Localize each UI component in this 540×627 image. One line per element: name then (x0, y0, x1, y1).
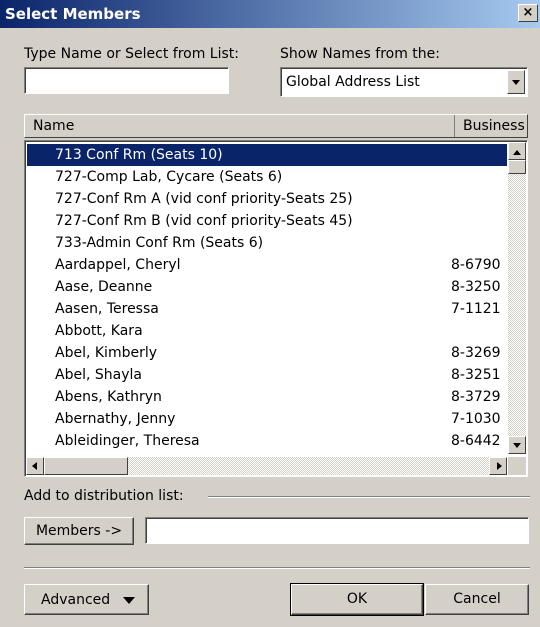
list-item-name: Abens, Kathryn (55, 389, 162, 405)
list-item[interactable]: Abbott, Kara (27, 320, 507, 342)
column-header-business-phone[interactable]: Business P (463, 118, 527, 134)
arrow-left-icon (32, 462, 37, 470)
scroll-left-button[interactable] (26, 457, 44, 475)
list-item-name: Abbott, Kara (55, 323, 143, 339)
address-source-label: Show Names from the: (280, 46, 440, 62)
chevron-down-icon (123, 597, 135, 604)
list-item-business-phone: 8-3269 (451, 345, 501, 361)
list-item-business-phone: 8-3729 (451, 389, 501, 405)
advanced-button-label: Advanced (41, 592, 111, 608)
list-item[interactable]: Aase, Deanne 8-3250 (27, 276, 507, 298)
list-item[interactable]: 727-Conf Rm B (vid conf priority-Seats 4… (27, 210, 507, 232)
list-item-name: Ableidinger, Theresa (55, 433, 200, 449)
column-header-name-label: Name (33, 118, 75, 134)
arrow-down-icon (513, 443, 521, 448)
list-item-name: 727-Conf Rm B (vid conf priority-Seats 4… (55, 213, 353, 229)
arrow-up-icon (513, 150, 521, 155)
ok-button[interactable]: OK (291, 584, 423, 615)
advanced-button[interactable]: Advanced (24, 584, 149, 615)
list-item[interactable]: 727-Conf Rm A (vid conf priority-Seats 2… (27, 188, 507, 210)
list-item[interactable]: 727-Comp Lab, Cycare (Seats 6) (27, 166, 507, 188)
distribution-divider (208, 496, 530, 498)
ok-button-label: OK (346, 591, 368, 607)
list-item-business-phone: 8-3251 (451, 367, 501, 383)
list-item-name: 733-Admin Conf Rm (Seats 6) (55, 235, 264, 251)
distribution-label: Add to distribution list: (24, 488, 184, 504)
scroll-down-button[interactable] (508, 436, 526, 454)
scroll-right-button[interactable] (489, 457, 507, 475)
list-item-name: Abel, Kimberly (55, 345, 158, 361)
scroll-up-button[interactable] (508, 142, 526, 160)
search-input[interactable] (24, 67, 229, 94)
list-header: Name Business P (24, 114, 528, 138)
members-input[interactable] (145, 517, 529, 544)
list-item-business-phone: 8-6790 (451, 257, 501, 273)
search-label: Type Name or Select from List: (24, 46, 239, 62)
list-item-name: Aardappel, Cheryl (55, 257, 181, 273)
arrow-right-icon (497, 462, 502, 470)
list-item[interactable]: Abel, Kimberly 8-3269 (27, 342, 507, 364)
footer-divider (24, 567, 530, 569)
members-button[interactable]: Members -> (24, 517, 134, 545)
vertical-scrollbar[interactable] (508, 142, 526, 454)
title-bar: Select Members × (0, 0, 540, 28)
list-item[interactable]: Abens, Kathryn 8-3729 (27, 386, 507, 408)
list-item-business-phone: 7-1030 (451, 411, 501, 427)
horizontal-scrollbar[interactable] (26, 457, 507, 475)
list-item-name: Abel, Shayla (55, 367, 142, 383)
list-item-name: 727-Conf Rm A (vid conf priority-Seats 2… (55, 191, 353, 207)
list-item-name: Aasen, Teressa (55, 301, 159, 317)
list-item-name: 727-Comp Lab, Cycare (Seats 6) (55, 169, 283, 185)
list-item[interactable]: Abel, Shayla 8-3251 (27, 364, 507, 386)
chevron-down-icon (512, 80, 520, 85)
window-title: Select Members (5, 5, 141, 23)
list-item[interactable]: Ableidinger, Theresa 8-6442 (27, 430, 507, 452)
address-source-dropdown[interactable]: Global Address List (280, 67, 528, 97)
list-item-name: 713 Conf Rm (Seats 10) (55, 147, 223, 163)
list-item[interactable]: Aardappel, Cheryl 8-6790 (27, 254, 507, 276)
close-button[interactable]: × (518, 4, 538, 22)
close-icon: × (522, 5, 534, 20)
horizontal-scroll-thumb[interactable] (44, 457, 128, 475)
column-header-name[interactable]: Name (25, 115, 455, 137)
list-item[interactable]: 713 Conf Rm (Seats 10) (27, 144, 507, 166)
list-item[interactable]: Aasen, Teressa 7-1121 (27, 298, 507, 320)
vertical-scroll-thumb[interactable] (508, 160, 526, 174)
cancel-button[interactable]: Cancel (425, 584, 529, 615)
list-item-business-phone: 8-3250 (451, 279, 501, 295)
cancel-button-label: Cancel (453, 591, 501, 607)
dropdown-button[interactable] (507, 70, 525, 94)
list-item[interactable]: 733-Admin Conf Rm (Seats 6) (27, 232, 507, 254)
members-button-label: Members -> (35, 523, 123, 539)
address-source-value: Global Address List (286, 74, 420, 90)
list-item[interactable]: Abernathy, Jenny 7-1030 (27, 408, 507, 430)
scrollbar-corner (508, 457, 526, 475)
member-list[interactable]: 713 Conf Rm (Seats 10) 727-Comp Lab, Cyca… (24, 140, 528, 477)
list-item-business-phone: 8-6442 (451, 433, 501, 449)
list-item-name: Abernathy, Jenny (55, 411, 176, 427)
list-item-business-phone: 7-1121 (451, 301, 501, 317)
list-item-name: Aase, Deanne (55, 279, 153, 295)
